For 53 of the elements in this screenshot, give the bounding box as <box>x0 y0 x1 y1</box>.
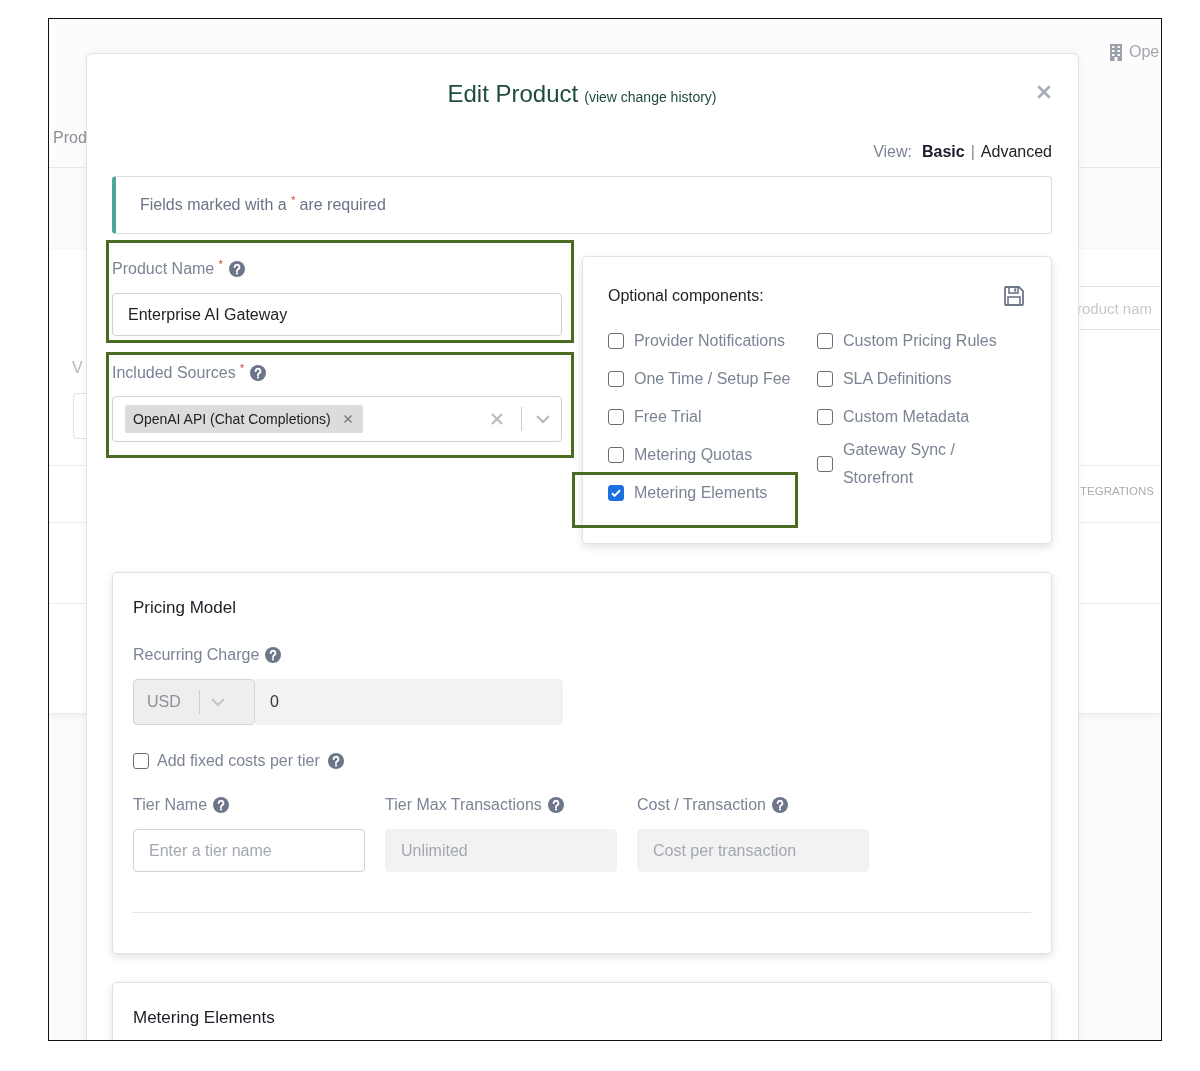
checkbox[interactable] <box>607 333 624 349</box>
help-icon <box>547 797 564 813</box>
help-icon <box>265 647 282 663</box>
card-title: Pricing Model <box>133 597 237 619</box>
amount-field[interactable]: 0 <box>255 679 563 725</box>
modal-title: Edit Product <box>447 80 579 108</box>
field-label: Included Sources $^{*}$ <box>112 363 244 383</box>
chevron-down-icon <box>534 414 551 424</box>
notice-text: Fields marked with a $^{*}$ are required <box>140 195 386 215</box>
column-header: TEGRATIONS <box>1080 485 1154 497</box>
view-label: View: <box>873 143 912 161</box>
remove-icon <box>342 414 353 424</box>
field-label: Product Name $^{*}$ <box>112 259 223 279</box>
save-icon <box>1003 285 1025 307</box>
checkbox[interactable] <box>607 485 624 501</box>
text-field[interactable]: Enterprise AI Gateway <box>112 293 562 336</box>
field-label: Recurring Charge <box>133 646 260 664</box>
clear-icon <box>489 412 504 426</box>
separator: | <box>970 143 975 161</box>
option-label: Provider Notifications <box>633 332 786 350</box>
checkbox[interactable] <box>607 409 624 425</box>
option-label: Custom Pricing Rules <box>842 331 997 351</box>
multiselect-field[interactable]: OpenAI API (Chat Completions) <box>112 396 562 442</box>
checkbox[interactable] <box>816 409 833 425</box>
checkbox[interactable] <box>607 371 624 387</box>
close-icon <box>1037 85 1051 99</box>
view-option[interactable]: Basic <box>921 143 965 161</box>
field-label: Tier Max Transactions <box>385 796 542 814</box>
field-label: Tier Name <box>133 796 208 814</box>
option-label: Metering Elements <box>633 484 768 502</box>
field-label: Cost / Transaction <box>637 796 766 814</box>
checkbox-label: Add fixed costs per tier <box>157 752 320 770</box>
checkbox[interactable] <box>816 456 833 472</box>
help-icon <box>327 753 344 769</box>
chevron-down-icon <box>210 697 226 707</box>
view-option[interactable]: Advanced <box>980 143 1052 161</box>
card-title: Metering Elements <box>133 1007 276 1029</box>
checkbox[interactable] <box>133 753 149 769</box>
help-icon <box>771 797 788 813</box>
option-label: One Time / Setup Fee <box>633 370 791 388</box>
option-label: Gateway Sync / Storefront <box>842 440 956 488</box>
checkbox[interactable] <box>607 447 624 463</box>
option-label: Free Trial <box>633 408 702 426</box>
option-label: SLA Definitions <box>842 369 952 389</box>
checkbox[interactable] <box>816 371 833 387</box>
history-link[interactable]: (view change history) <box>584 89 717 105</box>
option-label: Metering Quotas <box>633 446 753 464</box>
checkbox[interactable] <box>816 333 833 349</box>
option-label: Custom Metadata <box>842 407 970 427</box>
help-icon <box>213 797 230 813</box>
filter-label: V <box>72 359 83 377</box>
selected-chip[interactable]: OpenAI API (Chat Completions) <box>125 405 363 433</box>
panel-title: Optional components: <box>607 287 764 305</box>
